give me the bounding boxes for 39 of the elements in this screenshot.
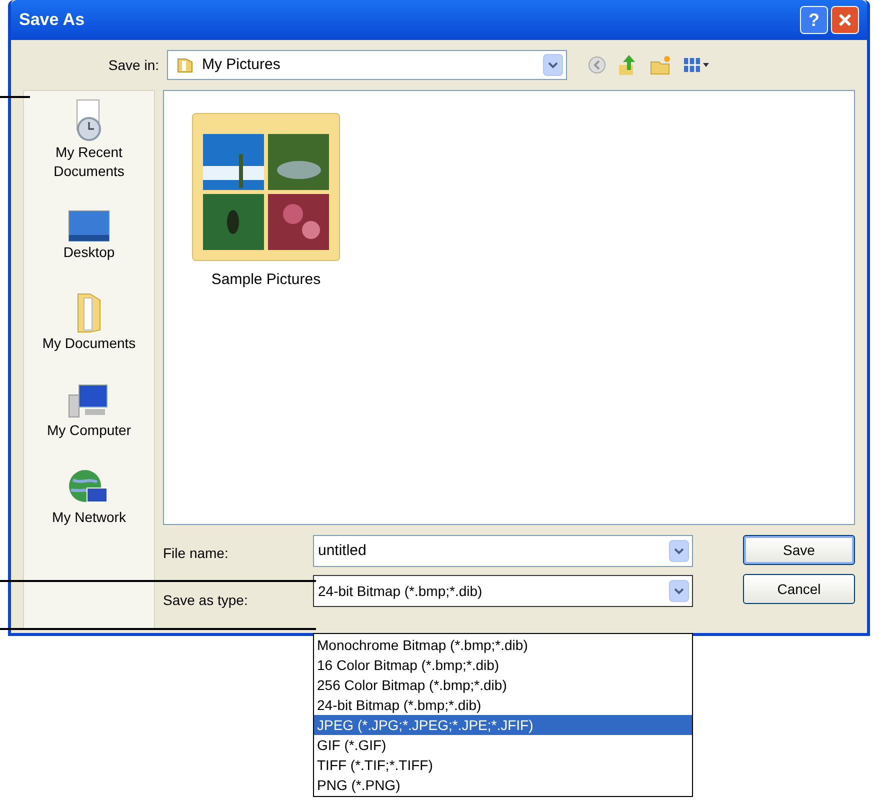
dropdown-button[interactable] bbox=[669, 540, 689, 562]
places-item[interactable]: My Documents bbox=[29, 290, 149, 353]
chevron-icon bbox=[674, 548, 684, 554]
folder-thumbnail[interactable] bbox=[192, 113, 340, 261]
dialog-button[interactable]: Cancel bbox=[743, 574, 855, 604]
dropdown-button[interactable] bbox=[669, 580, 689, 602]
help-button[interactable]: ? bbox=[800, 6, 828, 34]
grid-icon bbox=[683, 57, 701, 73]
chevron-icon bbox=[548, 62, 558, 68]
leader-line bbox=[0, 96, 30, 98]
caret-icon bbox=[703, 63, 709, 67]
folder-icon bbox=[176, 56, 194, 74]
save-as-type-dropdown[interactable]: 24-bit Bitmap (*.bmp;*.dib) bbox=[313, 575, 693, 607]
file-type-option[interactable]: 24-bit Bitmap (*.bmp;*.dib) bbox=[314, 695, 692, 715]
file-type-option[interactable]: PNG (*.PNG) bbox=[314, 775, 692, 795]
views-button[interactable] bbox=[683, 57, 709, 73]
places-item[interactable]: My Computer bbox=[29, 381, 149, 440]
file-type-option[interactable]: TIFF (*.TIF;*.TIFF) bbox=[314, 755, 692, 775]
dropdown-button[interactable] bbox=[543, 54, 563, 76]
desktop-icon bbox=[67, 209, 111, 243]
window-title: Save As bbox=[19, 9, 85, 32]
file-type-option[interactable]: 16 Color Bitmap (*.bmp;*.dib) bbox=[314, 655, 692, 675]
close-button[interactable] bbox=[831, 6, 859, 34]
folder-label: Sample Pictures bbox=[211, 270, 321, 290]
file-type-option[interactable]: JPEG (*.JPG;*.JPEG;*.JPE;*.JFIF) bbox=[314, 715, 692, 735]
places-item[interactable]: My Network bbox=[29, 468, 149, 527]
save-in-dropdown[interactable]: My Pictures bbox=[167, 50, 567, 80]
file-type-option[interactable]: 256 Color Bitmap (*.bmp;*.dib) bbox=[314, 675, 692, 695]
file-type-option[interactable]: GIF (*.GIF) bbox=[314, 735, 692, 755]
places-item[interactable]: My Recent Documents bbox=[29, 99, 149, 181]
chevron-icon bbox=[674, 588, 684, 594]
file-type-option[interactable]: Monochrome Bitmap (*.bmp;*.dib) bbox=[314, 635, 692, 655]
places-item[interactable]: Desktop bbox=[29, 209, 149, 262]
dialog-button[interactable]: Save bbox=[743, 535, 855, 565]
save-as-type-label: Save as type: bbox=[163, 591, 249, 610]
file-name-label: File name: bbox=[163, 544, 230, 563]
close-icon bbox=[838, 13, 852, 27]
file-name-field[interactable]: untitled bbox=[313, 535, 693, 567]
save-in-label: Save in: bbox=[107, 56, 159, 74]
